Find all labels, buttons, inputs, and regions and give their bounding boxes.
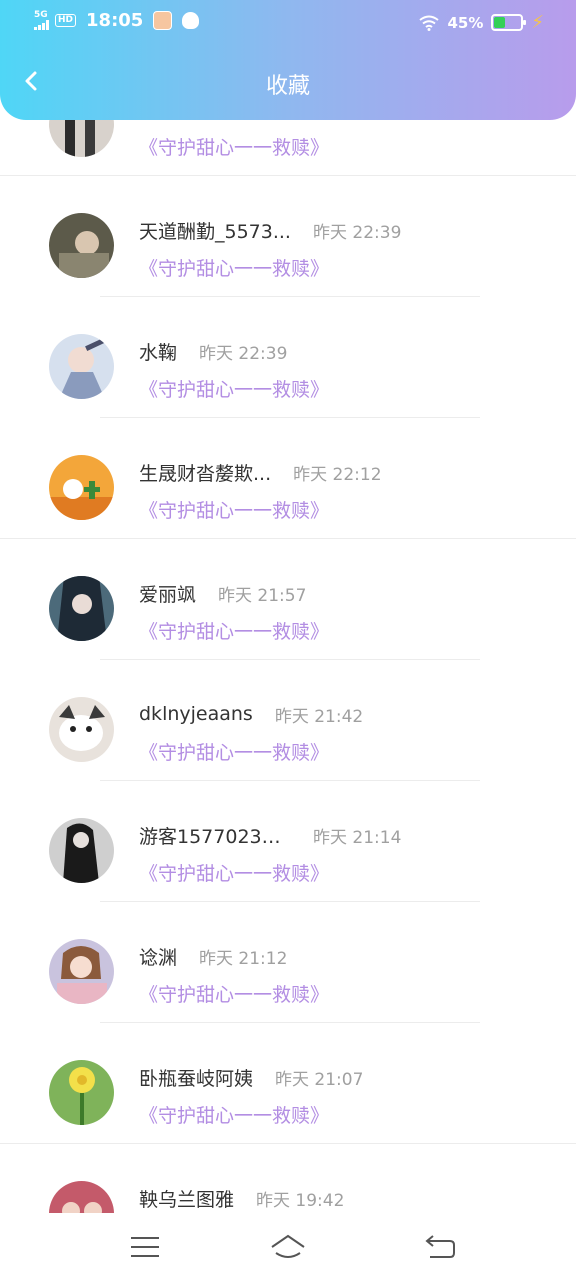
book-title[interactable]: 《守护甜心一一救赎》 — [139, 496, 329, 523]
book-title[interactable]: 《守护甜心一一救赎》 — [139, 859, 329, 886]
battery-icon — [491, 14, 527, 31]
menu-button[interactable] — [127, 1233, 163, 1261]
user-name: 水鞠 — [139, 341, 178, 364]
list-item[interactable]: 水鞠 昨天 22:39 《守护甜心一一救赎》 — [0, 297, 576, 418]
favorites-list: 《守护甜心一一救赎》 天道酬勤_5573... 昨天 22:39 《守护甜心一一… — [0, 0, 576, 1213]
book-title[interactable]: 《守护甜心一一救赎》 — [139, 617, 329, 644]
book-title[interactable]: 《守护甜心一一救赎》 — [139, 254, 329, 281]
timestamp: 昨天 22:39 — [199, 343, 288, 364]
list-item[interactable]: dklnyjeaans 昨天 21:42 《守护甜心一一救赎》 — [0, 660, 576, 781]
timestamp: 昨天 21:07 — [275, 1069, 364, 1090]
signal-icon: 5G — [34, 11, 49, 30]
user-name: 谂渊 — [139, 946, 178, 969]
user-avatar[interactable] — [49, 1060, 114, 1125]
charging-icon: ⚡ — [531, 12, 544, 33]
user-avatar[interactable] — [49, 697, 114, 762]
home-button[interactable] — [270, 1233, 306, 1261]
timestamp: 昨天 21:42 — [274, 706, 364, 727]
user-avatar[interactable] — [49, 1181, 114, 1213]
hd-badge: HD — [55, 14, 77, 27]
list-item[interactable]: 谂渊 昨天 21:12 《守护甜心一一救赎》 — [0, 902, 576, 1023]
qq-icon — [182, 12, 200, 29]
timestamp: 昨天 21:12 — [199, 948, 288, 969]
timestamp: 昨天 19:42 — [256, 1190, 345, 1211]
timestamp: 昨天 21:14 — [313, 827, 402, 848]
user-avatar[interactable] — [49, 576, 114, 641]
top-header: 5G HD 18:05 45% ⚡ 收藏 — [0, 0, 576, 120]
user-avatar[interactable] — [49, 818, 114, 883]
user-name: 鞅乌兰图雅 — [139, 1188, 235, 1211]
list-item[interactable]: 鞅乌兰图雅 昨天 19:42 — [0, 1144, 576, 1213]
user-name: dklnyjeaans — [139, 703, 253, 725]
battery-percent: 45% — [447, 13, 484, 32]
list-item[interactable]: 生晟财沓嫠欺... 昨天 22:12 《守护甜心一一救赎》 — [0, 418, 576, 539]
book-title[interactable]: 《守护甜心一一救赎》 — [139, 980, 329, 1007]
user-avatar[interactable] — [49, 213, 114, 278]
clock: 18:05 — [86, 10, 144, 31]
user-avatar[interactable] — [49, 455, 114, 520]
book-title[interactable]: 《守护甜心一一救赎》 — [139, 1101, 329, 1128]
status-bar: 5G HD 18:05 45% ⚡ — [0, 0, 576, 44]
list-item[interactable]: 游客15770236... 昨天 21:14 《守护甜心一一救赎》 — [0, 781, 576, 902]
timestamp: 昨天 21:57 — [218, 585, 307, 606]
timestamp: 昨天 22:39 — [312, 222, 402, 243]
user-name: 爱丽飒 — [139, 583, 197, 606]
user-name: 生晟财沓嫠欺... — [139, 462, 272, 485]
book-title[interactable]: 《守护甜心一一救赎》 — [139, 375, 329, 402]
back-nav-button[interactable] — [420, 1233, 456, 1261]
system-nav-bar — [0, 1213, 576, 1280]
page-title: 收藏 — [265, 74, 310, 99]
menu-icon — [131, 1237, 159, 1257]
user-avatar[interactable] — [49, 939, 114, 1004]
user-name: 天道酬勤_5573... — [139, 220, 291, 243]
list-item[interactable]: 爱丽飒 昨天 21:57 《守护甜心一一救赎》 — [0, 539, 576, 660]
network-label: 5G — [34, 10, 48, 20]
book-title[interactable]: 《守护甜心一一救赎》 — [139, 133, 329, 160]
back-icon — [425, 1235, 455, 1258]
wifi-icon — [419, 15, 440, 31]
list-item[interactable]: 天道酬勤_5573... 昨天 22:39 《守护甜心一一救赎》 — [0, 176, 576, 297]
timestamp: 昨天 22:12 — [293, 464, 382, 485]
user-avatar[interactable] — [49, 334, 114, 399]
book-title[interactable]: 《守护甜心一一救赎》 — [139, 738, 329, 765]
user-name: 游客15770236... — [139, 825, 291, 848]
app-notification-icon — [153, 11, 173, 30]
user-name: 卧瓶蚕岐阿姨 — [139, 1067, 254, 1090]
home-icon — [271, 1234, 305, 1258]
list-item[interactable]: 卧瓶蚕岐阿姨 昨天 21:07 《守护甜心一一救赎》 — [0, 1023, 576, 1144]
